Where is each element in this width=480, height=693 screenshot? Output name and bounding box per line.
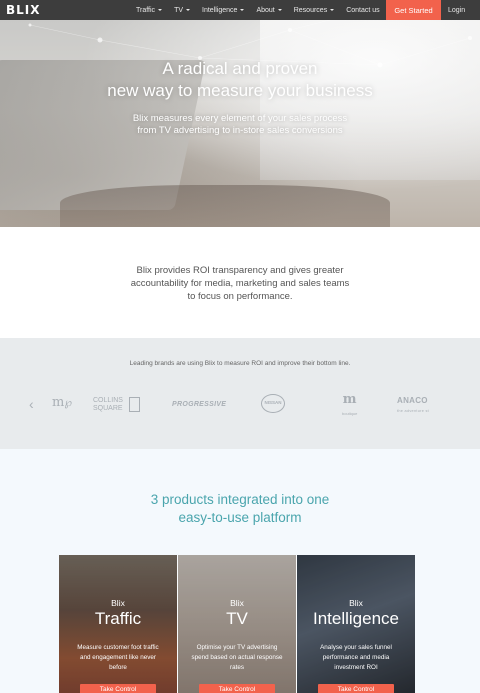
desc-line: performance and media	[322, 654, 390, 661]
logo-text: m	[342, 392, 357, 407]
nav-item-resources[interactable]: Resources	[293, 6, 335, 14]
intro-line: Blix provides ROI transparency and gives…	[136, 265, 344, 276]
collins-square-logo: COLLINS SQUARE	[93, 397, 140, 413]
product-cards: Blix Traffic Measure customer foot traff…	[59, 555, 415, 693]
nav-menu: Traffic TV Intelligence About Resources …	[136, 0, 392, 20]
hero-section: A radical and proven new way to measure …	[0, 20, 480, 227]
desc-line: before	[109, 664, 127, 671]
blix-logo[interactable]: BLIX	[6, 3, 41, 17]
card-description: Optimise your TV advertising spend based…	[186, 643, 288, 673]
brands-section: Leading brands are using Blix to measure…	[0, 338, 480, 449]
logo-text: m	[52, 395, 65, 410]
nav-item-label: Intelligence	[202, 6, 238, 14]
nissan-logo: NISSAN	[261, 394, 285, 413]
desc-line: rates	[230, 664, 244, 671]
card-pre-title: Blix	[230, 598, 244, 608]
card-title: Traffic	[94, 609, 142, 628]
desc-line: Analyse your sales funnel	[320, 644, 392, 651]
anaconda-logo: ANACO the adventure st	[397, 396, 429, 416]
collins-square-mark-icon	[129, 397, 140, 412]
headline-line: A radical and proven	[162, 59, 318, 78]
m-logo: m℘	[52, 395, 72, 410]
chevron-left-icon[interactable]: ‹	[29, 397, 34, 411]
nav-item-contact[interactable]: Contact us	[346, 7, 379, 14]
nav-item-label: TV	[174, 6, 184, 14]
intro-section: Blix provides ROI transparency and gives…	[0, 227, 480, 338]
get-started-button[interactable]: Get Started	[386, 0, 441, 20]
nav-item-traffic[interactable]: Traffic	[136, 6, 163, 14]
progressive-logo: PROGRESSIVE	[172, 401, 227, 408]
products-section: 3 products integrated into one easy-to-u…	[0, 449, 480, 693]
product-card-traffic[interactable]: Blix Traffic Measure customer foot traff…	[59, 555, 177, 693]
caret-down-icon	[240, 9, 245, 11]
hero-subheadline: Blix measures every element of your sale…	[0, 113, 480, 137]
logo-subtext: boutique	[342, 411, 358, 416]
caret-down-icon	[330, 9, 335, 11]
nav-item-label: Traffic	[136, 6, 156, 14]
top-nav: BLIX Traffic TV Intelligence About Resou…	[0, 0, 480, 20]
brand-logo-carousel: ‹ m℘ COLLINS SQUARE PROGRESSIVE NISSAN m…	[0, 392, 480, 418]
nav-item-about[interactable]: About	[256, 6, 282, 14]
intro-line: to focus on performance.	[187, 291, 293, 302]
desc-line: Measure customer foot traffic	[77, 644, 159, 651]
card-pre-title: Blix	[111, 598, 125, 608]
nav-item-label: About	[256, 6, 275, 14]
hero-headline: A radical and proven new way to measure …	[0, 58, 480, 102]
heading-line: easy-to-use platform	[178, 510, 302, 525]
nav-item-tv[interactable]: TV	[174, 6, 191, 14]
nav-item-intelligence[interactable]: Intelligence	[202, 6, 245, 14]
logo-subtext: the adventure st	[397, 409, 430, 413]
product-card-intelligence[interactable]: Blix Intelligence Analyse your sales fun…	[297, 555, 415, 693]
caret-down-icon	[186, 9, 191, 11]
logo-text: ANACO	[397, 396, 428, 405]
intro-text: Blix provides ROI transparency and gives…	[0, 264, 480, 303]
card-pre-title: Blix	[349, 598, 363, 608]
headline-line: new way to measure your business	[107, 81, 373, 100]
desc-line: Optimise your TV advertising	[196, 644, 278, 651]
card-title: Intelligence	[312, 609, 399, 628]
take-control-button[interactable]: Take Control	[199, 684, 275, 693]
caret-down-icon	[277, 9, 282, 11]
card-title: TV	[226, 609, 248, 628]
desc-line: spend based on actual response	[191, 654, 283, 661]
logo-text: SQUARE	[93, 405, 123, 412]
card-description: Measure customer foot traffic and engage…	[67, 643, 169, 673]
login-link[interactable]: Login	[448, 0, 465, 20]
logo-text: COLLINS	[93, 397, 123, 404]
heading-line: 3 products integrated into one	[150, 492, 330, 507]
product-card-tv[interactable]: Blix TV Optimise your TV advertising spe…	[178, 555, 296, 693]
subheadline-line: Blix measures every element of your sale…	[132, 113, 348, 124]
take-control-button[interactable]: Take Control	[318, 684, 394, 693]
products-heading: 3 products integrated into one easy-to-u…	[0, 491, 480, 527]
nav-item-label: Resources	[293, 6, 328, 14]
brands-lead-text: Leading brands are using Blix to measure…	[129, 360, 351, 367]
subheadline-line: from TV advertising to in-store sales co…	[137, 125, 343, 136]
nav-item-label: Contact us	[346, 6, 380, 14]
intro-line: accountability for media, marketing and …	[130, 278, 350, 289]
card-description: Analyse your sales funnel performance an…	[305, 643, 407, 673]
take-control-button[interactable]: Take Control	[80, 684, 156, 693]
m-boutique-logo: m boutique	[342, 392, 358, 420]
caret-down-icon	[158, 9, 163, 11]
desc-line: investment ROI	[334, 664, 378, 671]
desc-line: and engagement like never	[80, 654, 156, 661]
